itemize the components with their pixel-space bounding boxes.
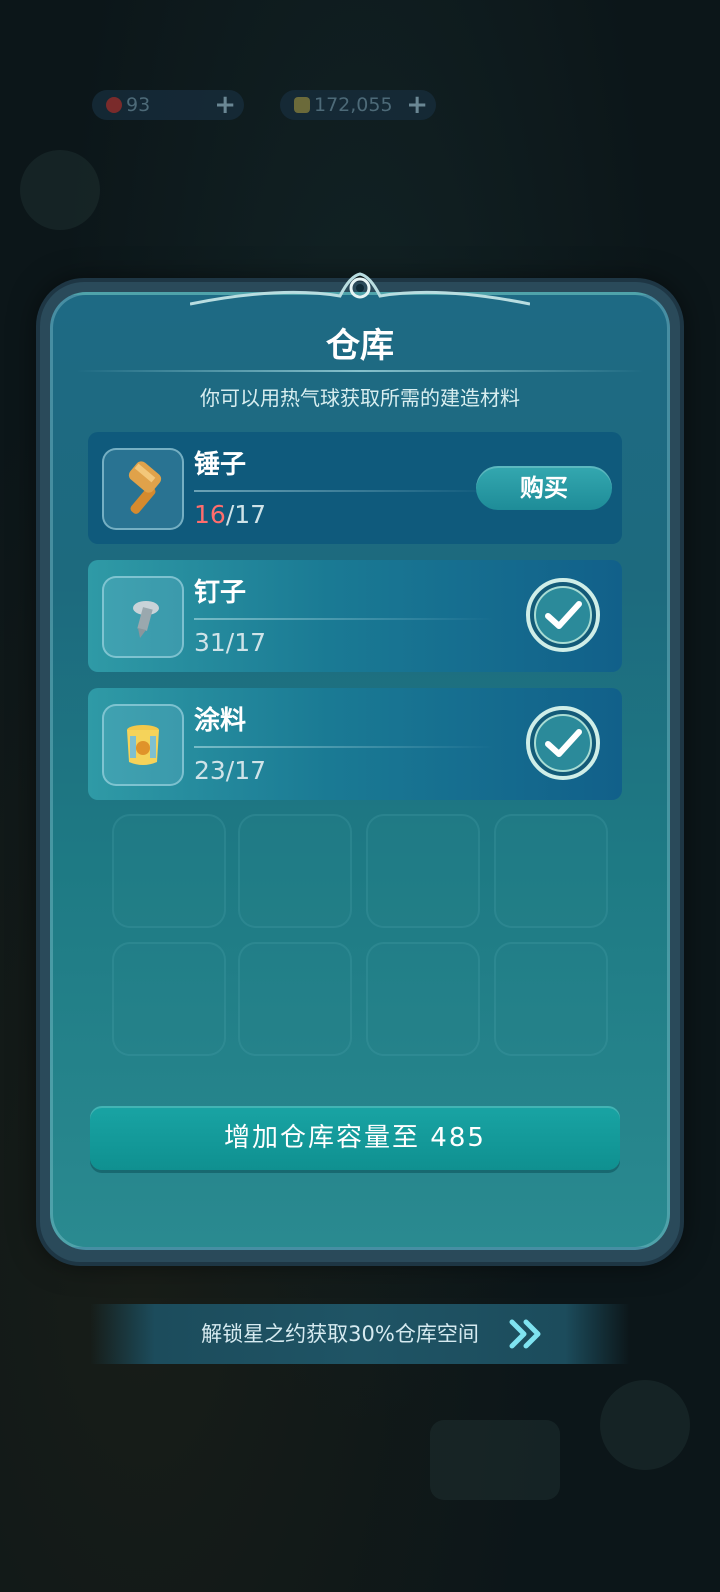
material-count: 31/17 [194, 628, 267, 657]
buy-button[interactable]: 购买 [476, 466, 612, 510]
double-chevron-right-icon [509, 1319, 541, 1349]
material-count: 16/17 [194, 500, 266, 529]
paint-bucket-icon [102, 704, 184, 786]
coins-counter: 172,055 + [280, 90, 436, 120]
row-divider [194, 618, 494, 620]
unlock-banner[interactable]: 解锁星之约获取30%仓库空间 [90, 1304, 630, 1364]
coins-value: 172,055 [314, 94, 393, 116]
inventory-slot [494, 814, 608, 928]
hammer-icon [102, 448, 184, 530]
coin-icon [294, 97, 310, 113]
row-divider [194, 490, 494, 492]
background-decoration [20, 150, 100, 230]
required-count: /17 [225, 500, 267, 529]
panel-crest-ornament [190, 272, 530, 306]
expand-capacity-button[interactable]: 增加仓库容量至 485 [90, 1106, 620, 1170]
checkmark-icon [526, 706, 600, 780]
hearts-counter: 93 + [92, 90, 244, 120]
panel-subtitle: 你可以用热气球获取所需的建造材料 [200, 386, 520, 410]
game-screen: 93 + 172,055 + 仓库 你可以用热气球获取所需的建造材料 锤子 16… [0, 0, 720, 1592]
material-row-hammer: 锤子 16/17 购买 [88, 432, 622, 544]
heart-icon [106, 97, 122, 113]
panel-title: 仓库 [326, 326, 394, 366]
add-coins-button[interactable]: + [406, 90, 428, 120]
material-name: 锤子 [194, 450, 247, 480]
material-row-paint: 涂料 23/17 [88, 688, 622, 800]
inventory-slot [238, 814, 352, 928]
inventory-slot [494, 942, 608, 1056]
material-row-nail: 钉子 31/17 [88, 560, 622, 672]
material-name: 涂料 [194, 706, 247, 736]
inventory-slot [112, 942, 226, 1056]
title-divider [76, 370, 644, 372]
background-decoration [430, 1420, 560, 1500]
inventory-slot [366, 814, 480, 928]
hearts-value: 93 [126, 94, 151, 116]
owned-count: 16 [194, 500, 226, 529]
nail-icon [102, 576, 184, 658]
inventory-slot [112, 814, 226, 928]
inventory-slot [366, 942, 480, 1056]
material-name: 钉子 [194, 578, 247, 608]
row-divider [194, 746, 494, 748]
warehouse-panel: 仓库 你可以用热气球获取所需的建造材料 锤子 16/17 购买 钉子 31/17… [40, 262, 680, 1262]
checkmark-icon [526, 578, 600, 652]
background-decoration [600, 1380, 690, 1470]
inventory-slot [238, 942, 352, 1056]
add-hearts-button[interactable]: + [214, 90, 236, 120]
material-count: 23/17 [194, 756, 267, 785]
